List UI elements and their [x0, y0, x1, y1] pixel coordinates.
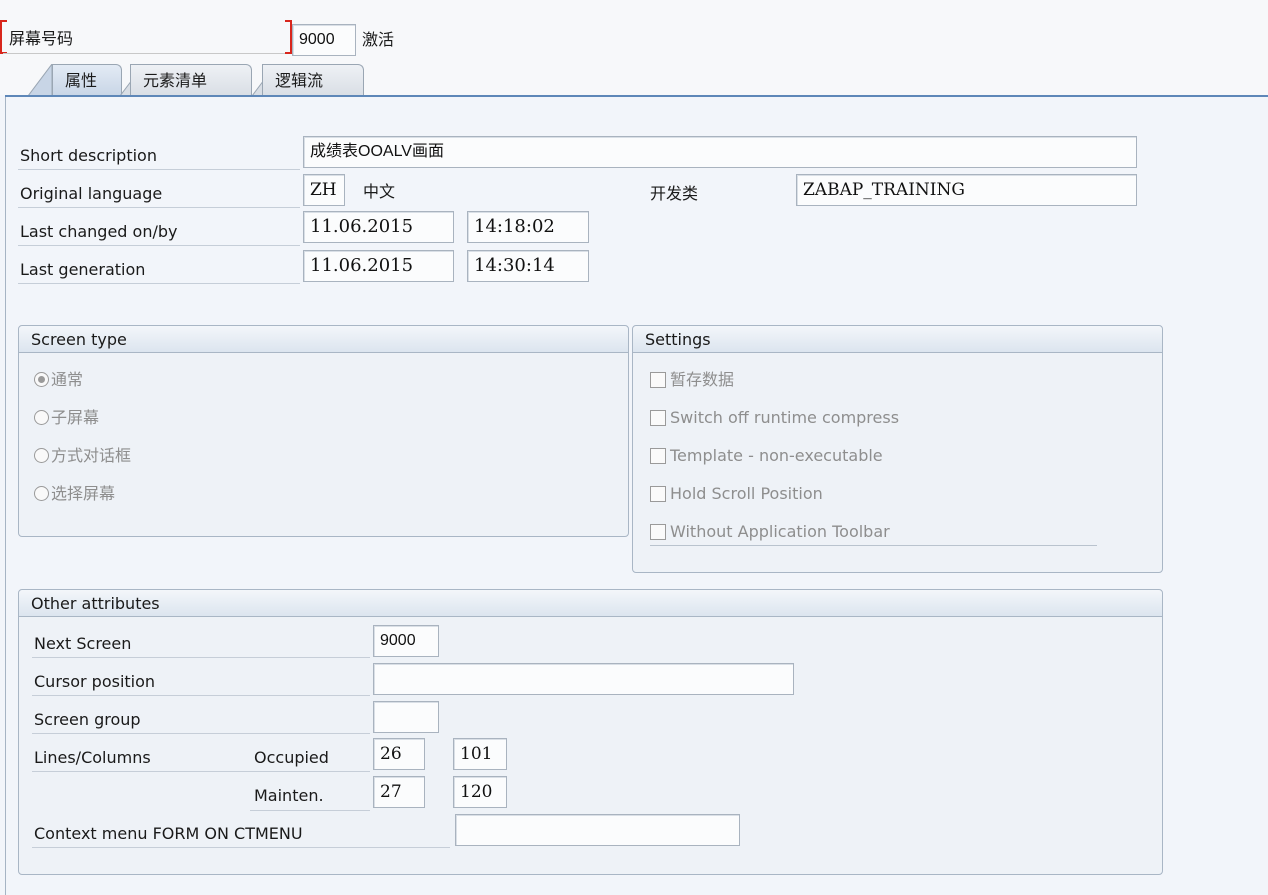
last-generation-date-field[interactable]: 11.06.2015	[303, 250, 454, 282]
radio-modal-dialog[interactable]: 方式对话框	[34, 443, 131, 469]
short-description-label: Short description	[18, 140, 300, 170]
next-screen-label: Next Screen	[32, 628, 370, 658]
settings-divider	[650, 545, 1097, 546]
checkbox-icon	[650, 486, 666, 502]
mainten-underline	[250, 810, 370, 811]
radio-selection-screen[interactable]: 选择屏幕	[34, 481, 115, 507]
cursor-position-label: Cursor position	[32, 666, 370, 696]
radio-subscreen[interactable]: 子屏幕	[34, 405, 99, 431]
checkbox-hold-scroll-position-label: Hold Scroll Position	[670, 484, 823, 503]
checkbox-without-application-toolbar[interactable]: Without Application Toolbar	[650, 519, 890, 545]
checkbox-template-non-executable[interactable]: Template - non-executable	[650, 443, 883, 469]
radio-selection-screen-label: 选择屏幕	[51, 484, 116, 503]
tab-element-list[interactable]: 元素清单	[130, 64, 252, 96]
tab-attributes-label: 属性	[65, 71, 98, 90]
context-menu-field[interactable]	[455, 814, 740, 846]
language-name: 中文	[363, 182, 396, 201]
screen-number-field[interactable]: 9000	[292, 24, 356, 56]
radio-normal-label: 通常	[51, 370, 84, 389]
screen-group-field[interactable]	[373, 701, 439, 733]
mainten-columns-field[interactable]: 120	[453, 776, 507, 808]
radio-subscreen-label: 子屏幕	[51, 408, 100, 427]
checkbox-hold-data-label: 暂存数据	[670, 370, 735, 389]
last-generation-label: Last generation	[18, 254, 300, 284]
radio-icon	[34, 448, 49, 463]
last-changed-time-field[interactable]: 14:18:02	[467, 211, 589, 243]
checkbox-icon	[650, 372, 666, 388]
checkbox-icon	[650, 448, 666, 464]
other-attributes-header: Other attributes	[19, 590, 1162, 617]
settings-header: Settings	[633, 326, 1162, 353]
package-label: 开发类	[650, 184, 699, 203]
screen-number-label: 屏幕号码	[3, 20, 291, 54]
screen-group-label: Screen group	[32, 704, 370, 734]
last-changed-label: Last changed on/by	[18, 216, 300, 246]
checkbox-hold-data[interactable]: 暂存数据	[650, 367, 734, 393]
occupied-label: Occupied	[254, 748, 329, 767]
last-generation-time-field[interactable]: 14:30:14	[467, 250, 589, 282]
screen-type-header: Screen type	[19, 326, 628, 353]
radio-modal-dialog-label: 方式对话框	[51, 446, 132, 465]
tab-attributes[interactable]: 属性	[52, 64, 122, 96]
last-changed-date-field[interactable]: 11.06.2015	[303, 211, 454, 243]
cursor-position-field[interactable]	[373, 663, 794, 695]
checkbox-switch-off-runtime-compress-label: Switch off runtime compress	[670, 408, 900, 427]
tab-flow-logic-label: 逻辑流	[275, 71, 324, 90]
status-label: 激活	[362, 30, 395, 49]
radio-normal[interactable]: 通常	[34, 367, 83, 393]
context-menu-label: Context menu FORM ON CTMENU	[32, 818, 450, 848]
radio-selected-icon	[34, 372, 49, 387]
tab-slant-decoration	[28, 64, 52, 96]
tab-flow-logic[interactable]: 逻辑流	[262, 64, 364, 96]
radio-icon	[34, 486, 49, 501]
checkbox-template-non-executable-label: Template - non-executable	[670, 446, 883, 465]
original-language-label: Original language	[18, 178, 300, 208]
checkbox-icon	[650, 524, 666, 540]
checkbox-without-application-toolbar-label: Without Application Toolbar	[670, 522, 890, 541]
checkbox-switch-off-runtime-compress[interactable]: Switch off runtime compress	[650, 405, 899, 431]
required-bracket-right	[285, 20, 292, 54]
language-code-field[interactable]: ZH	[303, 174, 345, 206]
occupied-columns-field[interactable]: 101	[453, 738, 507, 770]
occupied-lines-field[interactable]: 26	[373, 738, 425, 770]
checkbox-icon	[650, 410, 666, 426]
checkbox-hold-scroll-position[interactable]: Hold Scroll Position	[650, 481, 823, 507]
short-description-field[interactable]: 成绩表OOALV画面	[303, 136, 1137, 168]
tab-element-list-label: 元素清单	[143, 71, 208, 90]
mainten-label: Mainten.	[254, 786, 324, 805]
mainten-lines-field[interactable]: 27	[373, 776, 425, 808]
next-screen-field[interactable]: 9000	[373, 625, 439, 657]
package-field[interactable]: ZABAP_TRAINING	[796, 174, 1137, 206]
radio-icon	[34, 410, 49, 425]
